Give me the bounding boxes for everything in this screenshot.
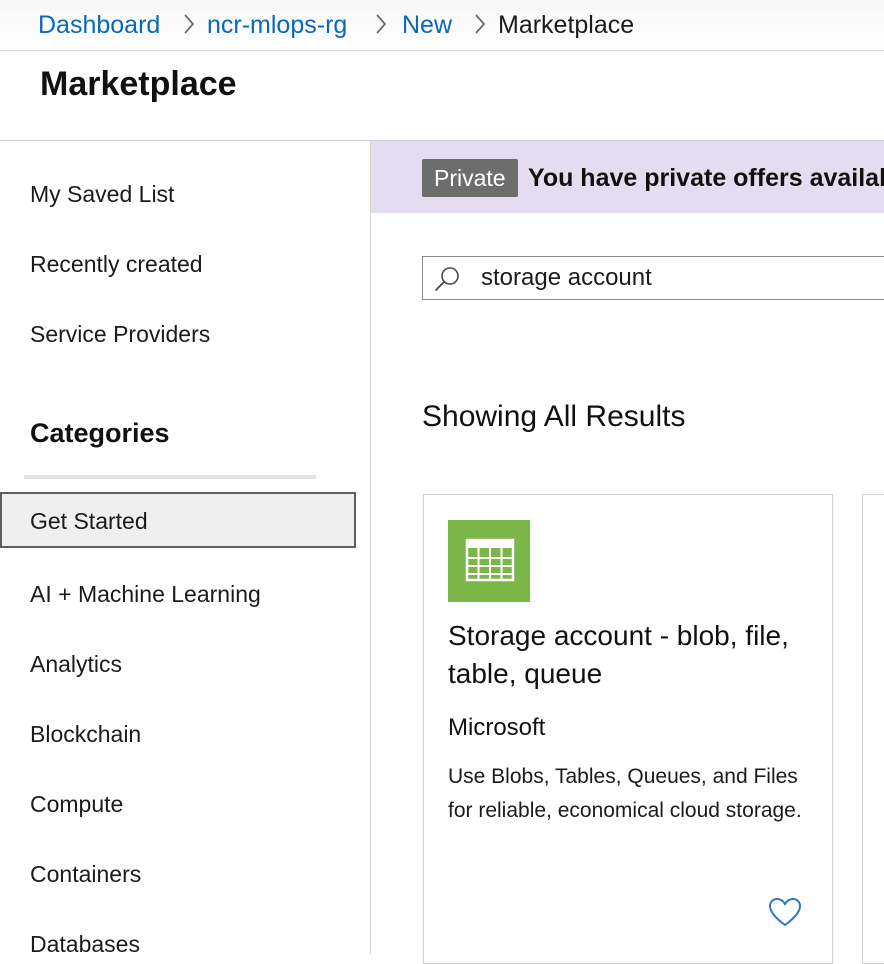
search-box[interactable] bbox=[422, 256, 884, 300]
search-icon bbox=[435, 267, 459, 291]
chevron-right-icon bbox=[376, 14, 387, 34]
breadcrumb-new-link[interactable]: New bbox=[402, 8, 452, 42]
result-card-partial[interactable] bbox=[862, 494, 884, 964]
category-label: Get Started bbox=[30, 508, 148, 534]
chevron-right-icon bbox=[475, 14, 486, 34]
result-card-storage-account[interactable]: Storage account - blob, file, table, que… bbox=[423, 494, 833, 964]
category-analytics[interactable]: Analytics bbox=[30, 649, 122, 679]
private-badge: Private bbox=[422, 159, 518, 197]
sidebar-item-my-saved-list[interactable]: My Saved List bbox=[30, 179, 174, 209]
category-blockchain[interactable]: Blockchain bbox=[30, 719, 141, 749]
result-publisher: Microsoft bbox=[448, 714, 546, 741]
breadcrumb-resource-group-link[interactable]: ncr-mlops-rg bbox=[207, 8, 347, 42]
storage-table-icon bbox=[448, 520, 530, 602]
result-description: Use Blobs, Tables, Queues, and Files for… bbox=[448, 765, 802, 822]
category-containers[interactable]: Containers bbox=[30, 859, 141, 889]
search-input[interactable] bbox=[481, 261, 881, 295]
breadcrumb-current: Marketplace bbox=[498, 11, 635, 39]
sidebar-item-recently-created[interactable]: Recently created bbox=[30, 249, 203, 279]
page-title: Marketplace bbox=[40, 65, 237, 103]
category-compute[interactable]: Compute bbox=[30, 789, 123, 819]
category-databases[interactable]: Databases bbox=[30, 929, 140, 959]
chevron-right-icon bbox=[184, 14, 195, 34]
banner-text: You have private offers available bbox=[528, 164, 884, 192]
breadcrumb: Dashboard ncr-mlops-rg New Marketplace bbox=[0, 0, 884, 51]
private-offers-banner[interactable]: Private You have private offers availabl… bbox=[371, 141, 884, 213]
results-heading: Showing All Results bbox=[422, 400, 686, 433]
divider bbox=[24, 475, 316, 479]
category-get-started[interactable]: Get Started bbox=[0, 492, 356, 548]
category-ai-machine-learning[interactable]: AI + Machine Learning bbox=[30, 579, 261, 609]
sidebar-item-service-providers[interactable]: Service Providers bbox=[30, 319, 210, 349]
sidebar: My Saved List Recently created Service P… bbox=[0, 141, 371, 957]
heart-icon[interactable] bbox=[768, 897, 802, 929]
categories-heading: Categories bbox=[30, 418, 170, 448]
breadcrumb-dashboard-link[interactable]: Dashboard bbox=[38, 8, 160, 42]
result-title: Storage account - blob, file, table, que… bbox=[448, 620, 789, 689]
